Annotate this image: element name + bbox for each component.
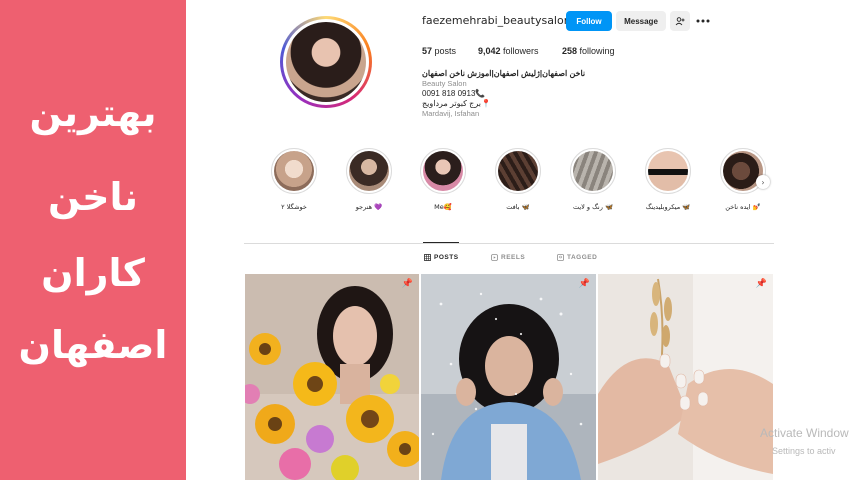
highlights-next-button[interactable]: › bbox=[756, 175, 770, 189]
activation-watermark: Activate Window bbox=[760, 426, 849, 440]
bio-category: Beauty Salon bbox=[422, 79, 467, 88]
tabs-divider bbox=[244, 243, 774, 244]
profile-avatar[interactable] bbox=[280, 16, 372, 108]
highlight-label: رنگ و لایت 🦋 bbox=[572, 203, 614, 211]
following-count: 258 bbox=[562, 46, 578, 56]
highlight-image bbox=[573, 151, 613, 191]
bio-name: ناخن اصفهان|ژلیش اصفهان|اموزش ناخن اصفها… bbox=[422, 69, 586, 78]
chevron-right-icon: › bbox=[761, 177, 765, 187]
followers-stat[interactable]: 9,042 followers bbox=[478, 46, 539, 56]
post-thumbnail[interactable]: 📌 bbox=[245, 274, 419, 480]
highlight-image bbox=[349, 151, 389, 191]
bio-phone: 0091 818 0913📞 bbox=[422, 89, 486, 98]
following-label: following bbox=[579, 46, 615, 56]
promo-banner: بهترین ناخن کاران اصفهان bbox=[0, 0, 186, 480]
highlight-ring bbox=[570, 148, 616, 194]
post-image bbox=[245, 274, 419, 480]
profile-username: faezemehrabi_beautysalon bbox=[422, 14, 571, 27]
pin-icon: 📌 bbox=[755, 279, 767, 289]
post-thumbnail[interactable]: 📌 bbox=[421, 274, 596, 480]
highlight-image bbox=[274, 151, 314, 191]
active-tab-indicator bbox=[423, 242, 459, 243]
posts-label: posts bbox=[434, 46, 457, 56]
tab-tagged-label: TAGGED bbox=[567, 254, 598, 261]
highlight-image bbox=[498, 151, 538, 191]
highlight-label: میکروبلیدینگ 🦋 bbox=[645, 203, 691, 211]
bio-location[interactable]: Mardavij, Isfahan bbox=[422, 109, 479, 118]
banner-line-4: اصفهان bbox=[18, 323, 168, 367]
highlight-item[interactable]: Me🥰 bbox=[419, 148, 467, 211]
tab-posts-label: POSTS bbox=[434, 254, 459, 261]
avatar-frame bbox=[283, 19, 369, 105]
pin-icon: 📌 bbox=[578, 279, 590, 289]
posts-count: 57 bbox=[422, 46, 433, 56]
highlight-ring bbox=[645, 148, 691, 194]
highlight-image bbox=[423, 151, 463, 191]
tagged-icon bbox=[557, 254, 564, 261]
more-icon bbox=[696, 19, 710, 23]
grid-icon bbox=[424, 254, 431, 261]
message-button[interactable]: Message bbox=[616, 11, 666, 31]
post-image bbox=[421, 274, 596, 480]
highlight-image bbox=[648, 151, 688, 191]
post-image bbox=[598, 274, 773, 480]
posts-stat: 57 posts bbox=[422, 46, 456, 56]
highlight-item[interactable]: خوشگلا ۲ bbox=[270, 148, 318, 211]
highlight-label: Me🥰 bbox=[434, 203, 452, 211]
add-user-button[interactable] bbox=[670, 11, 690, 31]
avatar-image bbox=[286, 22, 366, 102]
post-thumbnail[interactable]: 📌 bbox=[598, 274, 773, 480]
highlight-label: هنرجو 💜 bbox=[355, 203, 383, 211]
more-options-button[interactable] bbox=[696, 12, 710, 26]
highlight-ring bbox=[420, 148, 466, 194]
activation-watermark-subtext: Settings to activ bbox=[772, 446, 836, 456]
highlight-item[interactable]: هنرجو 💜 bbox=[345, 148, 393, 211]
tab-reels[interactable]: REELS bbox=[491, 254, 525, 261]
add-user-icon bbox=[675, 16, 685, 25]
following-stat[interactable]: 258 following bbox=[562, 46, 615, 56]
tab-posts[interactable]: POSTS bbox=[424, 254, 459, 261]
highlight-item[interactable]: میکروبلیدینگ 🦋 bbox=[644, 148, 692, 211]
banner-line-1: بهترین bbox=[29, 91, 157, 135]
bio-address: برج کبوتر مرداویج📍 bbox=[422, 99, 491, 108]
banner-line-2: ناخن bbox=[47, 175, 139, 219]
highlight-label: بافت 🦋 bbox=[506, 203, 530, 211]
highlight-label: خوشگلا ۲ bbox=[281, 203, 307, 211]
highlight-ring bbox=[271, 148, 317, 194]
banner-line-3: کاران bbox=[41, 251, 145, 295]
follow-button[interactable]: Follow bbox=[566, 11, 612, 31]
tab-tagged[interactable]: TAGGED bbox=[557, 254, 597, 261]
highlight-item[interactable]: بافت 🦋 bbox=[494, 148, 542, 211]
highlight-label: ایده ناخن 💅 bbox=[725, 203, 761, 211]
followers-label: followers bbox=[503, 46, 539, 56]
tab-reels-label: REELS bbox=[501, 254, 526, 261]
reels-icon bbox=[491, 254, 498, 261]
highlight-ring bbox=[495, 148, 541, 194]
followers-count: 9,042 bbox=[478, 46, 501, 56]
pin-icon: 📌 bbox=[401, 279, 413, 289]
highlight-item[interactable]: رنگ و لایت 🦋 bbox=[569, 148, 617, 211]
highlight-ring bbox=[346, 148, 392, 194]
